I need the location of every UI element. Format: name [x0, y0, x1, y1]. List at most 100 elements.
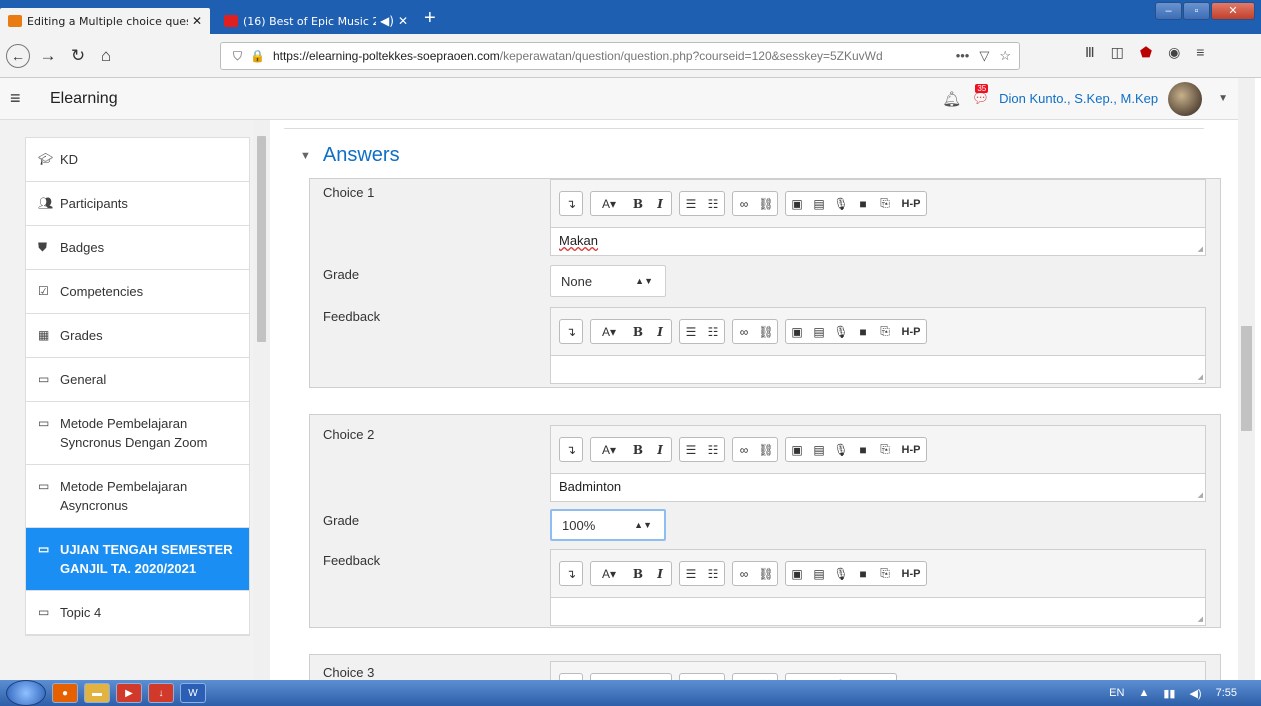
unlink-icon[interactable]: ⛓	[755, 320, 777, 343]
h5p-icon[interactable]: H-P	[896, 438, 926, 461]
network-icon[interactable]: ▮▮	[1163, 687, 1175, 700]
close-window-button[interactable]: ✕	[1211, 2, 1255, 20]
word-icon[interactable]: W	[180, 683, 206, 703]
image-icon[interactable]: ▣	[786, 562, 808, 585]
drawer-item-uts[interactable]: ▭ UJIAN TENGAH SEMESTER GANJIL TA. 2020/2…	[26, 528, 249, 591]
pocket-icon[interactable]: ▽	[979, 48, 989, 64]
link-icon[interactable]: ∞	[733, 192, 755, 215]
choice-2-text[interactable]: Badminton ◢	[551, 474, 1205, 500]
font-style-icon[interactable]: A▾	[591, 562, 627, 585]
maximize-button[interactable]: ▫	[1183, 2, 1210, 20]
clock[interactable]: 7:55	[1216, 687, 1237, 700]
manage-files-icon[interactable]: ⎘	[874, 192, 896, 215]
back-arrow-icon[interactable]: ←	[6, 44, 30, 68]
choice-1-text[interactable]: Makan ◢	[551, 228, 1205, 254]
unlink-icon[interactable]: ⛓	[755, 192, 777, 215]
explorer-icon[interactable]: ▬	[84, 683, 110, 703]
scrollbar-thumb[interactable]	[1241, 326, 1252, 431]
notification-bell-icon[interactable]: 🔔︎	[942, 90, 961, 108]
microphone-icon[interactable]: 🎙︎	[830, 192, 852, 215]
choice-1-feedback-editor[interactable]: ↴ A▾ B I ☰ ☷ ∞ ⛓ ▣ ▤ 🎙︎ ■ ⎘ H-P ◢	[550, 307, 1206, 384]
italic-icon[interactable]: I	[649, 562, 671, 585]
media-icon[interactable]: ▤	[808, 192, 830, 215]
font-style-icon[interactable]: A▾	[591, 192, 627, 215]
sidebar-icon[interactable]: ◫	[1111, 44, 1124, 61]
account-icon[interactable]: ◉	[1168, 44, 1180, 61]
lock-icon[interactable]: 🔒	[250, 49, 265, 63]
toolbar-toggle-icon[interactable]: ↴	[560, 562, 582, 585]
resize-grip-icon[interactable]: ◢	[1198, 373, 1203, 381]
bold-icon[interactable]: B	[627, 562, 649, 585]
drawer-item-kd[interactable]: 🎓︎ KD	[26, 138, 249, 182]
unlink-icon[interactable]: ⛓	[755, 438, 777, 461]
image-icon[interactable]: ▣	[786, 438, 808, 461]
link-icon[interactable]: ∞	[733, 562, 755, 585]
toolbar-toggle-icon[interactable]: ↴	[560, 192, 582, 215]
collapse-triangle-icon[interactable]: ▼	[300, 150, 311, 162]
new-tab-button[interactable]: +	[424, 7, 436, 29]
unordered-list-icon[interactable]: ☰	[680, 438, 702, 461]
windows-start-icon[interactable]	[6, 680, 46, 706]
drawer-item-asyncronus[interactable]: ▭ Metode Pembelajaran Asyncronus	[26, 465, 249, 528]
home-icon[interactable]: ⌂	[94, 44, 118, 68]
ublock-icon[interactable]: ⬟	[1140, 44, 1152, 61]
drawer-item-topic-4[interactable]: ▭ Topic 4	[26, 591, 249, 635]
tab-epic-music[interactable]: (16) Best of Epic Music 2017 ◀) ✕	[216, 8, 416, 34]
tray-expand-icon[interactable]: ▲	[1138, 687, 1149, 700]
page-scrollbar[interactable]	[1238, 78, 1255, 680]
tab-close-icon[interactable]: ✕	[192, 14, 202, 28]
url-bar[interactable]: ⛉ 🔒 https://elearning-poltekkes-soepraoe…	[220, 42, 1020, 70]
unordered-list-icon[interactable]: ☰	[680, 320, 702, 343]
resize-grip-icon[interactable]: ◢	[1198, 245, 1203, 253]
italic-icon[interactable]: I	[649, 438, 671, 461]
drawer-item-badges[interactable]: ⛊ Badges	[26, 226, 249, 270]
h5p-icon[interactable]: H-P	[896, 562, 926, 585]
italic-icon[interactable]: I	[649, 320, 671, 343]
download-icon[interactable]: ↓	[148, 683, 174, 703]
drawer-scrollbar[interactable]	[253, 120, 270, 680]
scrollbar-thumb[interactable]	[257, 136, 266, 342]
hamburger-menu-icon[interactable]: ≡	[10, 88, 28, 109]
toolbar-toggle-icon[interactable]: ↴	[560, 438, 582, 461]
toolbar-toggle-icon[interactable]: ↴	[560, 320, 582, 343]
microphone-icon[interactable]: 🎙︎	[830, 320, 852, 343]
video-icon[interactable]: ■	[852, 192, 874, 215]
messages-icon[interactable]: 💬︎ 35	[971, 84, 989, 107]
choice-1-feedback-text[interactable]: ◢	[551, 356, 1205, 382]
tracking-shield-icon[interactable]: ⛉	[233, 49, 242, 64]
video-icon[interactable]: ■	[852, 562, 874, 585]
drawer-item-general[interactable]: ▭ General	[26, 358, 249, 402]
reload-icon[interactable]: ↻	[66, 44, 90, 68]
link-icon[interactable]: ∞	[733, 438, 755, 461]
ordered-list-icon[interactable]: ☷	[702, 320, 724, 343]
ordered-list-icon[interactable]: ☷	[702, 562, 724, 585]
bookmark-star-icon[interactable]: ☆	[999, 48, 1011, 64]
media-icon[interactable]: ▤	[808, 320, 830, 343]
image-icon[interactable]: ▣	[786, 320, 808, 343]
manage-files-icon[interactable]: ⎘	[874, 320, 896, 343]
tab-editing-question[interactable]: Editing a Multiple choice quest ✕	[0, 8, 210, 34]
resize-grip-icon[interactable]: ◢	[1198, 491, 1203, 499]
choice-3-editor[interactable]: ↴ A▾BI ☰☷ ∞⛓ ▣▤🎙︎■⎘	[550, 661, 1206, 680]
resize-grip-icon[interactable]: ◢	[1198, 615, 1203, 623]
choice-1-grade-select[interactable]: None ▲▼	[550, 265, 666, 297]
media-icon[interactable]: ▤	[808, 438, 830, 461]
unordered-list-icon[interactable]: ☰	[680, 192, 702, 215]
media-player-icon[interactable]: ▶	[116, 683, 142, 703]
h5p-icon[interactable]: H-P	[896, 320, 926, 343]
drawer-item-grades[interactable]: ▦ Grades	[26, 314, 249, 358]
link-icon[interactable]: ∞	[733, 320, 755, 343]
video-icon[interactable]: ■	[852, 320, 874, 343]
choice-2-grade-select[interactable]: 100% ▲▼	[550, 509, 666, 541]
ordered-list-icon[interactable]: ☷	[702, 438, 724, 461]
ordered-list-icon[interactable]: ☷	[702, 192, 724, 215]
choice-2-feedback-text[interactable]: ◢	[551, 598, 1205, 624]
image-icon[interactable]: ▣	[786, 192, 808, 215]
drawer-item-participants[interactable]: 👥︎ Participants	[26, 182, 249, 226]
avatar[interactable]	[1168, 81, 1203, 116]
manage-files-icon[interactable]: ⎘	[874, 438, 896, 461]
tab-close-icon[interactable]: ✕	[398, 14, 408, 28]
font-style-icon[interactable]: A▾	[591, 438, 627, 461]
speaker-icon[interactable]: ◀)	[380, 14, 394, 28]
user-name-link[interactable]: Dion Kunto., S.Kep., M.Kep	[999, 91, 1158, 106]
